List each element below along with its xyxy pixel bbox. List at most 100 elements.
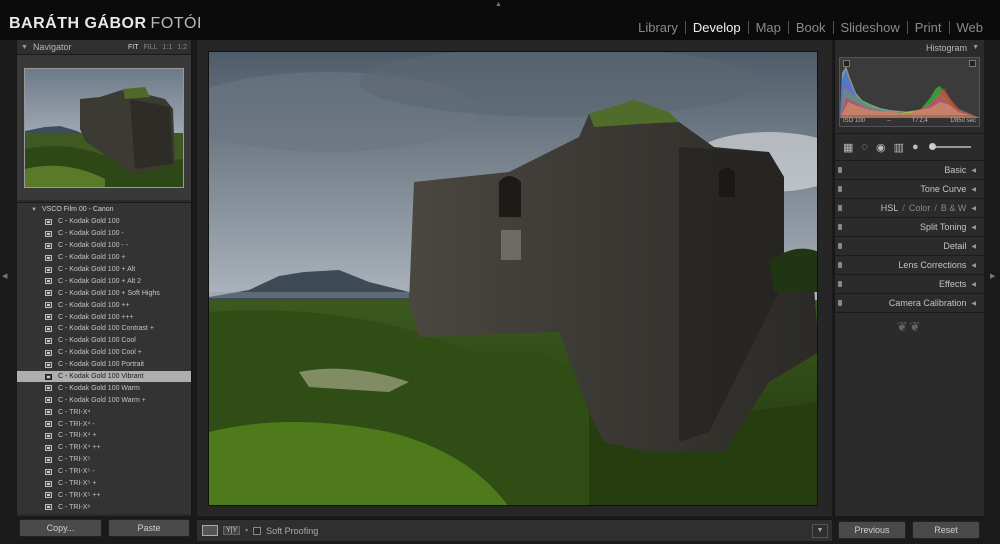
preset-item[interactable]: C - TRI-X⁴ + [17,430,191,442]
navigator-thumbnail[interactable] [24,67,184,188]
module-library[interactable]: Library [631,20,685,35]
preset-item[interactable]: C - TRI-X⁵ - [17,466,191,478]
brush-slider[interactable] [928,143,971,150]
panel-switch-icon[interactable] [838,281,842,287]
preset-item[interactable]: C - TRI-X⁴ [17,406,191,418]
preset-item[interactable]: C - Kodak Gold 100 [17,216,191,228]
panel-switch-icon[interactable] [838,262,842,268]
preset-icon [45,421,52,428]
module-web[interactable]: Web [950,20,991,35]
panel-switch-icon[interactable] [838,186,842,192]
panel-switch-icon[interactable] [838,224,842,230]
preset-item[interactable]: C - TRI-X⁴ - [17,418,191,430]
preset-item[interactable]: C - Kodak Gold 100 +++ [17,311,191,323]
preset-icon [45,432,52,439]
histogram[interactable]: ISO 100 – f / 2,4 1/850 sec [839,57,980,127]
previous-reset-bar: Previous Reset [834,519,984,541]
adjustment-brush-icon[interactable]: ● [912,141,919,153]
preset-label: C - TRI-X⁴ - [58,420,95,428]
panel-switch-icon[interactable] [838,167,842,173]
section-lens-corrections-label: Lens Corrections [898,260,967,270]
section-detail[interactable]: Detail ◀ [835,237,984,256]
left-panel-toggle-icon[interactable]: ◀ [2,272,7,280]
preset-item[interactable]: C - Kodak Gold 100 Portrait [17,359,191,371]
preset-item[interactable]: C - Kodak Gold 100 + Alt [17,264,191,276]
red-eye-icon[interactable]: ◉ [876,141,886,154]
right-panel-toggle-icon[interactable]: ▶ [990,272,995,280]
preset-item[interactable]: C - Kodak Gold 100 + Alt 2 [17,275,191,287]
panel-switch-icon[interactable] [838,243,842,249]
presets-panel: ▼ VSCO Film 00 - Canon C - Kodak Gold 10… [17,202,191,514]
preset-icon [45,492,52,499]
soft-proofing-checkbox[interactable] [253,526,262,535]
preset-label: C - Kodak Gold 100 Contrast + [58,325,154,333]
reset-button[interactable]: Reset [912,521,980,539]
collapse-triangle-icon[interactable]: ▼ [21,44,28,51]
toolbar-options-icon[interactable]: ▼ [812,523,828,538]
zoom-fit[interactable]: FIT [128,44,139,51]
navigator-header[interactable]: ▼ Navigator FIT FILL 1:1 1:2 [17,40,191,55]
preset-label: C - Kodak Gold 100 Cool + [58,349,142,357]
module-map[interactable]: Map [749,20,788,35]
preset-item[interactable]: C - Kodak Gold 100 Cool + [17,347,191,359]
panel-switch-icon[interactable] [838,205,842,211]
section-basic[interactable]: Basic ◀ [835,161,984,180]
expand-arrow-icon: ◀ [971,167,976,174]
preset-item[interactable]: C - Kodak Gold 100 - - [17,240,191,252]
preset-item[interactable]: C - TRI-X⁶ [17,501,191,513]
preset-item[interactable]: C - Kodak Gold 100 - [17,228,191,240]
section-tone-curve[interactable]: Tone Curve ◀ [835,180,984,199]
right-panel: Histogram ▼ ISO 100 – f / 2,4 1/850 sec … [834,40,984,516]
zoom-1-2[interactable]: 1:2 [177,44,187,51]
folder-expand-icon[interactable]: ▼ [31,207,37,213]
preset-item[interactable]: C - TRI-X⁵ ++ [17,489,191,501]
module-slideshow[interactable]: Slideshow [834,20,907,35]
copy-button[interactable]: Copy... [19,519,102,537]
preset-item[interactable]: C - Kodak Gold 100 Vibrant [17,370,191,383]
focal-length-value: – [887,117,891,124]
section-lens-corrections[interactable]: Lens Corrections ◀ [835,256,984,275]
collapse-triangle-icon[interactable]: ▼ [972,44,979,51]
section-camera-calibration[interactable]: Camera Calibration ◀ [835,294,984,313]
panel-switch-icon[interactable] [838,300,842,306]
preset-item[interactable]: C - Kodak Gold 100 ++ [17,299,191,311]
module-develop[interactable]: Develop [686,20,748,35]
preset-folder[interactable]: ▼ VSCO Film 00 - Canon [17,203,191,216]
soft-proofing-label: Soft Proofing [266,525,319,536]
preset-icon [45,290,52,297]
paste-button[interactable]: Paste [108,519,190,537]
expand-arrow-icon: ◀ [971,281,976,288]
tab-color[interactable]: Color [909,203,931,213]
preset-item[interactable]: C - Kodak Gold 100 Contrast + [17,323,191,335]
graduated-filter-icon[interactable]: ▥ [894,141,904,154]
identity-name: BARÁTH GÁBOR [9,15,147,32]
zoom-1-1[interactable]: 1:1 [163,44,173,51]
crop-overlay-icon[interactable]: ▦ [843,141,853,154]
preset-item[interactable]: C - TRI-X⁵ + [17,478,191,490]
preset-item[interactable]: C - Kodak Gold 100 + Soft Highs [17,287,191,299]
section-effects[interactable]: Effects ◀ [835,275,984,294]
tab-bw[interactable]: B & W [941,203,967,213]
tab-hsl[interactable]: HSL [881,203,899,213]
preset-item[interactable]: C - TRI-X⁵ [17,454,191,466]
module-print[interactable]: Print [908,20,949,35]
module-book[interactable]: Book [789,20,833,35]
preset-icon [45,373,52,380]
section-split-toning[interactable]: Split Toning ◀ [835,218,984,237]
spot-removal-icon[interactable]: ◌ [861,141,868,153]
before-after-dropdown-icon[interactable]: ▾ [245,527,248,534]
preset-item[interactable]: C - Kodak Gold 100 Warm [17,382,191,394]
previous-button[interactable]: Previous [838,521,906,539]
preset-item[interactable]: C - Kodak Gold 100 Warm + [17,394,191,406]
loupe-view-icon[interactable] [202,525,218,536]
preset-icon [45,504,52,511]
zoom-fill[interactable]: FILL [144,44,158,51]
preset-item[interactable]: C - Kodak Gold 100 Cool [17,335,191,347]
preset-item[interactable]: C - TRI-X⁴ ++ [17,442,191,454]
top-panel-toggle-icon[interactable]: ▲ [495,1,502,8]
main-photo[interactable] [208,51,818,506]
histogram-header[interactable]: Histogram ▼ [835,40,984,55]
before-after-button[interactable]: Y|Y [223,526,241,535]
section-hsl[interactable]: HSL / Color / B & W ◀ [835,199,984,218]
preset-item[interactable]: C - Kodak Gold 100 + [17,252,191,264]
